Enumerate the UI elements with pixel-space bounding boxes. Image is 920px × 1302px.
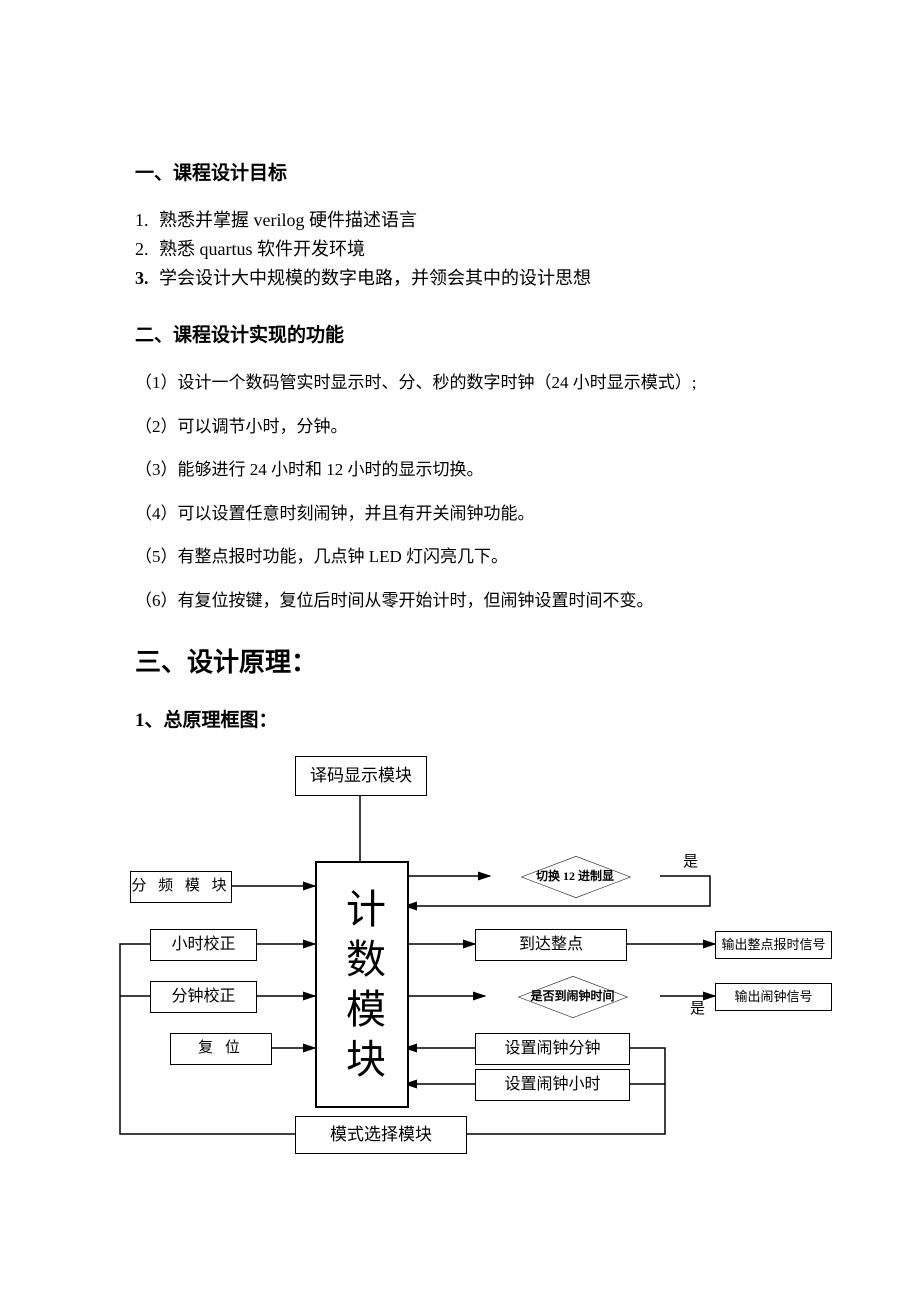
goals-list: 1.熟悉并掌握 verilog 硬件描述语言 2.熟悉 quartus 软件开发…: [135, 207, 785, 292]
yes-label-1: 是: [683, 851, 698, 874]
set-alarm-hour-box: 设置闹钟小时: [475, 1069, 630, 1101]
output-hour-signal-box: 输出整点报时信号: [715, 931, 832, 959]
on-hour-box: 到达整点: [475, 929, 627, 961]
section3-title: 三、设计原理：: [135, 643, 785, 682]
function-item: （5）有整点报时功能，几点钟 LED 灯闪亮几下。: [135, 544, 785, 570]
reset-box: 复 位: [170, 1033, 272, 1065]
goal-item: 1.熟悉并掌握 verilog 硬件描述语言: [135, 207, 785, 234]
section3-subtitle: 1、总原理框图：: [135, 707, 785, 736]
hour-adjust-box: 小时校正: [150, 929, 257, 961]
function-item: （1）设计一个数码管实时显示时、分、秒的数字时钟（24 小时显示模式）;: [135, 370, 785, 396]
goal-item: 3.学会设计大中规模的数字电路，并领会其中的设计思想: [135, 265, 785, 292]
alarm-check-diamond: 是否到闹钟时间: [485, 968, 660, 1024]
section1-title: 一、课程设计目标: [135, 160, 785, 189]
switch-12-diamond: 切换 12 进制显: [490, 846, 660, 906]
document-page: 一、课程设计目标 1.熟悉并掌握 verilog 硬件描述语言 2.熟悉 qua…: [0, 0, 920, 1216]
counter-module-box: 计数模块: [315, 861, 409, 1108]
goal-item: 2.熟悉 quartus 软件开发环境: [135, 236, 785, 263]
decode-display-box: 译码显示模块: [295, 756, 427, 796]
function-item: （4）可以设置任意时刻闹钟，并且有开关闹钟功能。: [135, 501, 785, 527]
section2-title: 二、课程设计实现的功能: [135, 322, 785, 351]
mode-select-box: 模式选择模块: [295, 1116, 467, 1154]
functions-list: （1）设计一个数码管实时显示时、分、秒的数字时钟（24 小时显示模式）; （2）…: [135, 370, 785, 613]
function-item: （3）能够进行 24 小时和 12 小时的显示切换。: [135, 457, 785, 483]
block-diagram: 译码显示模块 计数模块 分 频 模 块 小时校正 分钟校正 复 位 切换 12 …: [100, 746, 830, 1156]
output-alarm-signal-box: 输出闹钟信号: [715, 983, 832, 1011]
yes-label-2: 是: [690, 998, 705, 1021]
freq-div-box: 分 频 模 块: [130, 871, 232, 903]
min-adjust-box: 分钟校正: [150, 981, 257, 1013]
function-item: （2）可以调节小时，分钟。: [135, 414, 785, 440]
set-alarm-min-box: 设置闹钟分钟: [475, 1033, 630, 1065]
function-item: （6）有复位按键，复位后时间从零开始计时，但闹钟设置时间不变。: [135, 588, 785, 614]
